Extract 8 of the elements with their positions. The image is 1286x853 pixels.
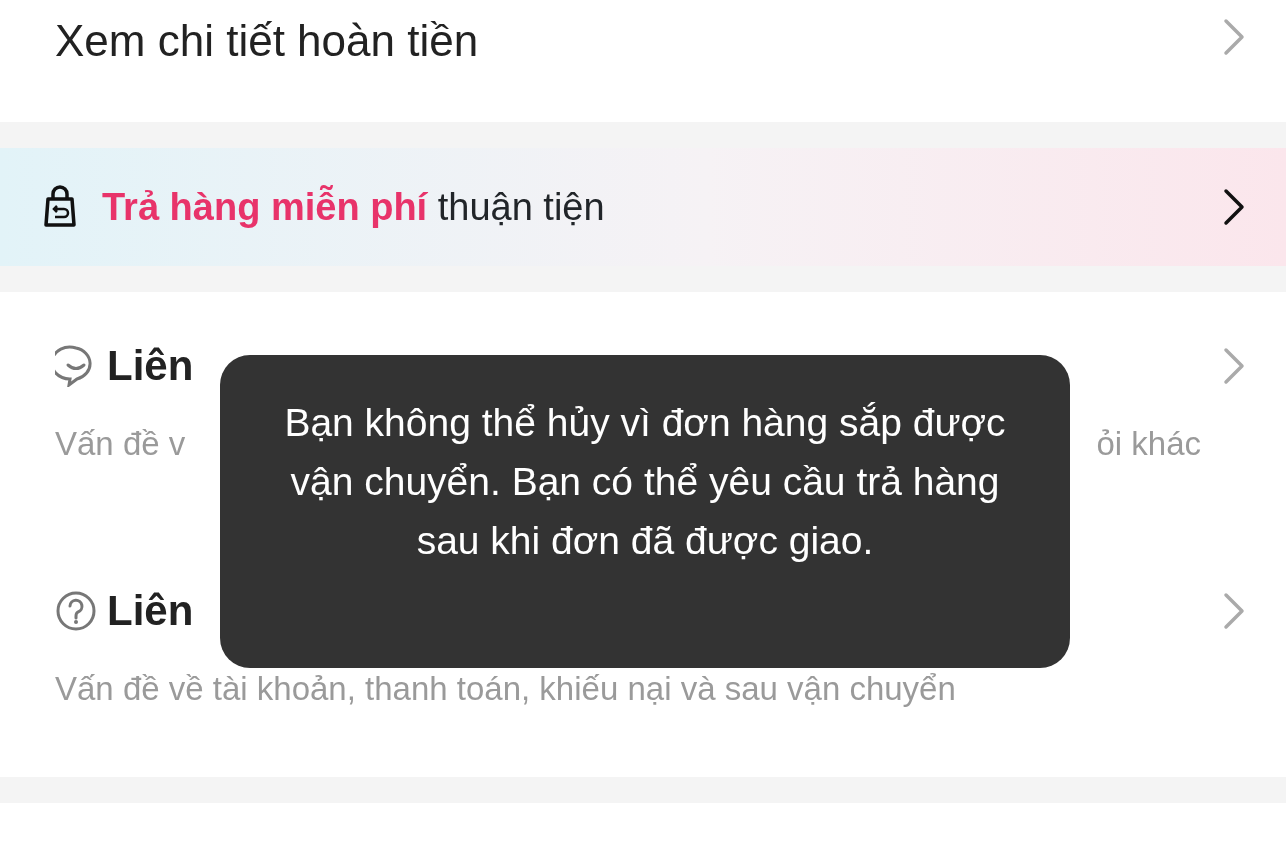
banner-text: Trả hàng miễn phí thuận tiện [102, 184, 605, 230]
row-subtitle: ỏi khác [1096, 424, 1201, 464]
message-toast: Bạn không thể hủy vì đơn hàng sắp được vận chuyển. Bạn có thể yêu cầu trả hàng sau khi đơn đã được giao. [220, 355, 1070, 668]
row-label: Xem chi tiết hoàn tiền [55, 15, 479, 67]
row-title: Liên [107, 586, 194, 636]
row-subtitle: Vấn đề về tài khoản, thanh toán, khiếu nại và sau vận chuyển [55, 669, 956, 709]
row-title: Liên [107, 341, 194, 391]
row-subtitle: Vấn đề v [55, 424, 186, 464]
